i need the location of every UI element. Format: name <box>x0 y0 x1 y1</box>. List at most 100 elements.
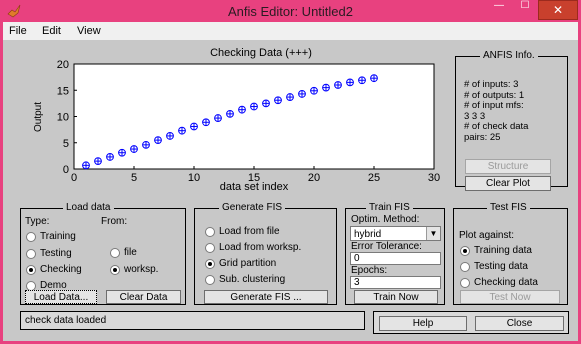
radio-grid-partition[interactable] <box>205 259 215 269</box>
y-tick-label: 20 <box>57 59 69 71</box>
radio-type-training-label: Training <box>40 231 76 242</box>
epochs-label: Epochs: <box>351 265 388 276</box>
load-data-button[interactable]: Load Data... <box>25 290 97 304</box>
radio-load-from-worksp[interactable] <box>205 243 215 253</box>
status-message: check data loaded <box>25 315 107 326</box>
generate-fis-panel: Generate FIS Load from file Load from wo… <box>194 202 337 305</box>
info-input-mfs-label: # of input mfs: <box>464 100 524 111</box>
data-point <box>130 145 138 153</box>
data-point <box>214 114 222 122</box>
data-point <box>82 161 90 170</box>
data-point <box>190 122 198 131</box>
x-tick-label: 20 <box>308 172 320 184</box>
x-tick-label: 10 <box>188 172 200 184</box>
status-bar: check data loaded <box>20 311 365 330</box>
test-now-button[interactable]: Test Now <box>460 290 560 304</box>
close-window-button[interactable]: ✕ <box>538 0 578 20</box>
data-point <box>178 126 186 135</box>
info-check-data-pairs: pairs: 25 <box>464 131 501 143</box>
data-point <box>298 90 306 98</box>
x-tick-label: 0 <box>71 172 77 184</box>
maximize-icon: ☐ <box>520 0 530 11</box>
test-fis-title: Test FIS <box>487 202 530 213</box>
radio-from-worksp-label: worksp. <box>124 264 159 275</box>
data-point <box>226 109 234 118</box>
epochs-input[interactable]: 3 <box>350 276 441 289</box>
menu-view[interactable]: View <box>77 25 101 37</box>
generate-fis-button[interactable]: Generate FIS ... <box>204 290 328 304</box>
radio-checking-data[interactable] <box>460 278 470 288</box>
radio-sub-clustering[interactable] <box>205 275 215 285</box>
train-fis-panel: Train FIS Optim. Method: hybrid ▼ Error … <box>345 202 445 305</box>
radio-type-checking[interactable] <box>26 265 36 275</box>
clear-plot-button[interactable]: Clear Plot <box>465 176 551 191</box>
close-button[interactable]: Close <box>475 316 564 331</box>
load-data-panel: Load data Type: From: Training Testing C… <box>20 202 186 305</box>
chevron-down-icon: ▼ <box>426 227 440 240</box>
data-point <box>154 136 162 145</box>
data-point <box>106 153 114 161</box>
train-now-button[interactable]: Train Now <box>354 290 438 304</box>
data-point <box>310 86 318 95</box>
radio-type-testing[interactable] <box>26 249 36 259</box>
from-label: From: <box>101 216 128 227</box>
y-axis-label: Output <box>33 102 44 132</box>
radio-from-worksp[interactable] <box>110 265 120 275</box>
radio-load-from-file[interactable] <box>205 227 215 237</box>
data-point <box>118 148 126 157</box>
y-tick-label: 5 <box>63 138 69 150</box>
title-bar: Anfis Editor: Untitled2 — ☐ ✕ <box>0 0 581 22</box>
radio-type-training[interactable] <box>26 232 36 242</box>
menu-edit[interactable]: Edit <box>42 25 61 37</box>
data-point <box>166 132 174 140</box>
optim-method-value: hybrid <box>354 229 382 240</box>
radio-training-data-label: Training data <box>474 245 532 256</box>
radio-testing-data[interactable] <box>460 262 470 272</box>
radio-grid-partition-label: Grid partition <box>219 258 277 269</box>
close-icon: ✕ <box>552 3 564 17</box>
error-tolerance-input[interactable]: 0 <box>350 252 441 265</box>
error-tolerance-label: Error Tolerance: <box>351 241 422 252</box>
structure-button[interactable]: Structure <box>465 159 551 174</box>
data-point <box>370 74 378 83</box>
radio-checking-data-label: Checking data <box>474 277 538 288</box>
optim-method-label: Optim. Method: <box>351 214 420 225</box>
data-point <box>334 81 342 89</box>
radio-type-testing-label: Testing <box>40 248 72 259</box>
radio-load-from-worksp-label: Load from worksp. <box>219 242 302 253</box>
radio-sub-clustering-label: Sub. clustering <box>219 274 286 285</box>
radio-from-file[interactable] <box>110 248 120 258</box>
train-fis-title: Train FIS <box>366 202 413 213</box>
x-tick-label: 30 <box>428 172 440 184</box>
anfis-info-title: ANFIS Info. <box>480 50 538 61</box>
figure-area: Checking Data (+++) 0 5 10 15 20 25 30 0 5 10 15 20… <box>3 40 578 341</box>
radio-type-checking-label: Checking <box>40 264 82 275</box>
minimize-icon: — <box>494 0 504 11</box>
x-axis-label: data set index <box>220 181 289 193</box>
radio-load-from-file-label: Load from file <box>219 226 280 237</box>
plot-title: Checking Data (+++) <box>210 47 312 59</box>
radio-testing-data-label: Testing data <box>474 261 528 272</box>
data-point <box>238 105 246 114</box>
type-label: Type: <box>25 216 50 227</box>
plot-axes <box>73 63 435 170</box>
radio-training-data[interactable] <box>460 246 470 256</box>
radio-from-file-label: file <box>124 247 137 258</box>
clear-data-button[interactable]: Clear Data <box>106 290 181 304</box>
help-close-panel: Help Close <box>373 311 569 334</box>
maximize-button[interactable]: ☐ <box>512 0 538 20</box>
menu-file[interactable]: File <box>9 25 27 37</box>
info-check-data-label: # of check data <box>464 121 529 132</box>
data-point <box>286 93 294 101</box>
data-point <box>250 102 258 111</box>
info-inputs: # of inputs: 3 <box>464 79 519 90</box>
data-point <box>274 96 282 105</box>
minimize-button[interactable]: — <box>486 0 512 20</box>
optim-method-select[interactable]: hybrid ▼ <box>350 226 441 241</box>
x-tick-label: 25 <box>368 172 380 184</box>
help-button[interactable]: Help <box>379 316 467 331</box>
y-tick-label: 0 <box>63 164 69 176</box>
data-point <box>346 78 354 87</box>
menu-bar: File Edit View <box>3 22 578 40</box>
y-tick-label: 10 <box>57 112 69 124</box>
